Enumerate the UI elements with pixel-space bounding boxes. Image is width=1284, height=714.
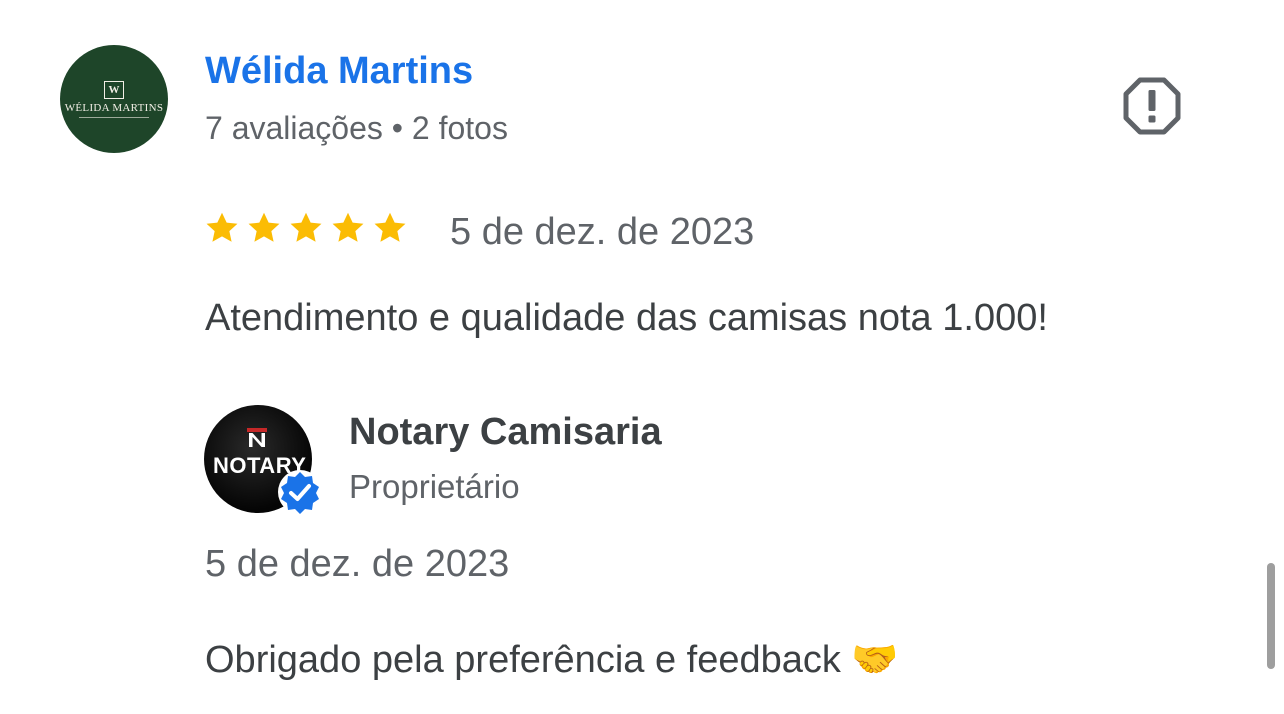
owner-role: Proprietário (349, 468, 520, 505)
scrollbar[interactable] (1267, 563, 1275, 669)
reviewer-avatar-brand: WÉLIDA MARTINS (64, 101, 164, 114)
star-icon (332, 212, 364, 242)
reply-text: Obrigado pela preferência e feedback 🤝 (205, 639, 899, 681)
report-flag-icon[interactable] (1122, 76, 1182, 136)
review-text: Atendimento e qualidade das camisas nota… (205, 297, 1048, 339)
reviewer-avatar-monogram: W (104, 80, 124, 99)
reply-date: 5 de dez. de 2023 (205, 543, 510, 585)
star-icon (374, 212, 406, 242)
owner-name[interactable]: Notary Camisaria (349, 411, 662, 454)
reviewer-meta: 7 avaliações • 2 fotos (205, 110, 508, 146)
star-icon (290, 212, 322, 242)
notary-logo-icon (247, 428, 267, 447)
star-rating (204, 210, 408, 246)
star-icon (248, 212, 280, 242)
reviewer-name[interactable]: Wélida Martins (205, 50, 473, 93)
verified-badge-icon (276, 468, 324, 516)
review-date: 5 de dez. de 2023 (450, 211, 755, 253)
star-icon (206, 212, 238, 242)
reviewer-avatar-divider (79, 116, 149, 118)
reviewer-avatar[interactable]: W WÉLIDA MARTINS (60, 45, 168, 153)
